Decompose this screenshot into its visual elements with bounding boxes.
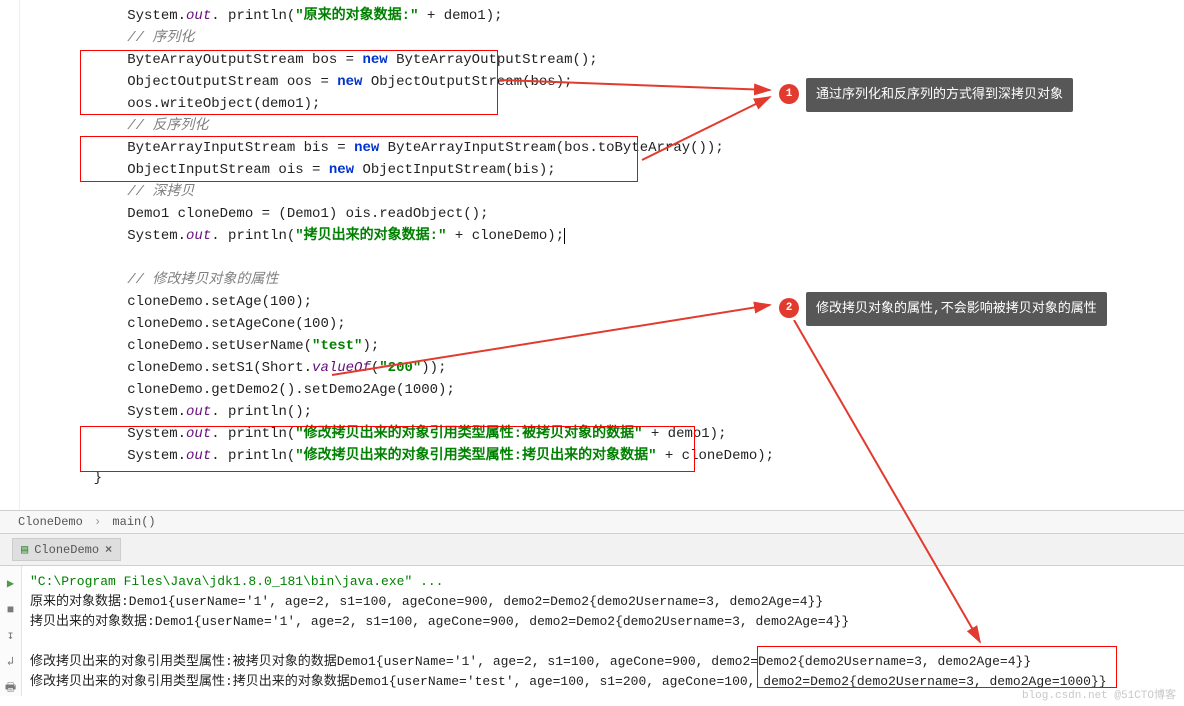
stop-icon[interactable]: ■ xyxy=(7,600,14,620)
code-line[interactable]: System.out. println("原来的对象数据:" + demo1); xyxy=(60,5,1184,27)
breadcrumb-class[interactable]: CloneDemo xyxy=(18,515,83,529)
code-line[interactable]: ByteArrayOutputStream bos = new ByteArra… xyxy=(60,49,1184,71)
breadcrumb: CloneDemo › main() xyxy=(0,510,1184,533)
code-editor[interactable]: System.out. println("原来的对象数据:" + demo1);… xyxy=(0,0,1184,510)
run-tab-clonedemo[interactable]: ▤ CloneDemo × xyxy=(12,538,121,561)
code-line[interactable]: // 深拷贝 xyxy=(60,181,1184,203)
console-line: 修改拷贝出来的对象引用类型属性:被拷贝对象的数据Demo1{userName='… xyxy=(30,652,1184,672)
run-tool-tabs: ▤ CloneDemo × xyxy=(0,533,1184,566)
wrap-icon[interactable]: ↲ xyxy=(7,652,14,672)
print-icon[interactable]: 🖶 xyxy=(5,678,16,698)
code-line[interactable]: System.out. println(); xyxy=(60,401,1184,423)
code-line[interactable]: // 反序列化 xyxy=(60,115,1184,137)
code-line[interactable]: cloneDemo.setUserName("test"); xyxy=(60,335,1184,357)
console-toolbar: ▶ ■ ↧ ↲ 🖶 xyxy=(0,566,22,696)
code-line[interactable]: // 修改拷贝对象的属性 xyxy=(60,269,1184,291)
console-line xyxy=(30,632,1184,652)
watermark: blog.csdn.net @51CTO博客 xyxy=(1022,686,1176,702)
console-line: 修改拷贝出来的对象引用类型属性:拷贝出来的对象数据Demo1{userName=… xyxy=(30,672,1184,692)
code-line[interactable]: cloneDemo.getDemo2().setDemo2Age(1000); xyxy=(60,379,1184,401)
console-line: 拷贝出来的对象数据:Demo1{userName='1', age=2, s1=… xyxy=(30,612,1184,632)
code-line[interactable] xyxy=(60,247,1184,269)
code-line[interactable]: cloneDemo.setS1(Short.valueOf("200")); xyxy=(60,357,1184,379)
annotation-number-1: 1 xyxy=(779,84,799,104)
chevron-right-icon: › xyxy=(94,515,101,529)
code-line[interactable]: System.out. println("修改拷贝出来的对象引用类型属性:拷贝出… xyxy=(60,445,1184,467)
code-line[interactable]: ByteArrayInputStream bis = new ByteArray… xyxy=(60,137,1184,159)
code-line[interactable]: System.out. println("拷贝出来的对象数据:" + clone… xyxy=(60,225,1184,247)
console-line: 原来的对象数据:Demo1{userName='1', age=2, s1=10… xyxy=(30,592,1184,612)
close-icon[interactable]: × xyxy=(105,543,112,557)
annotation-1: 通过序列化和反序列的方式得到深拷贝对象 xyxy=(806,78,1073,112)
annotation-number-2: 2 xyxy=(779,298,799,318)
annotation-2: 修改拷贝对象的属性,不会影响被拷贝对象的属性 xyxy=(806,292,1107,326)
run-config-icon: ▤ xyxy=(21,542,28,557)
code-line[interactable]: ObjectInputStream ois = new ObjectInputS… xyxy=(60,159,1184,181)
code-line[interactable]: Demo1 cloneDemo = (Demo1) ois.readObject… xyxy=(60,203,1184,225)
rerun-icon[interactable]: ▶ xyxy=(7,574,14,594)
editor-gutter xyxy=(0,0,20,510)
code-line[interactable]: // 序列化 xyxy=(60,27,1184,49)
console-line: "C:\Program Files\Java\jdk1.8.0_181\bin\… xyxy=(30,572,1184,592)
code-line[interactable]: } xyxy=(60,467,1184,489)
scroll-icon[interactable]: ↧ xyxy=(7,626,14,646)
code-line[interactable]: System.out. println("修改拷贝出来的对象引用类型属性:被拷贝… xyxy=(60,423,1184,445)
console-output[interactable]: ▶ ■ ↧ ↲ 🖶 "C:\Program Files\Java\jdk1.8.… xyxy=(0,566,1184,696)
breadcrumb-method[interactable]: main() xyxy=(112,515,155,529)
